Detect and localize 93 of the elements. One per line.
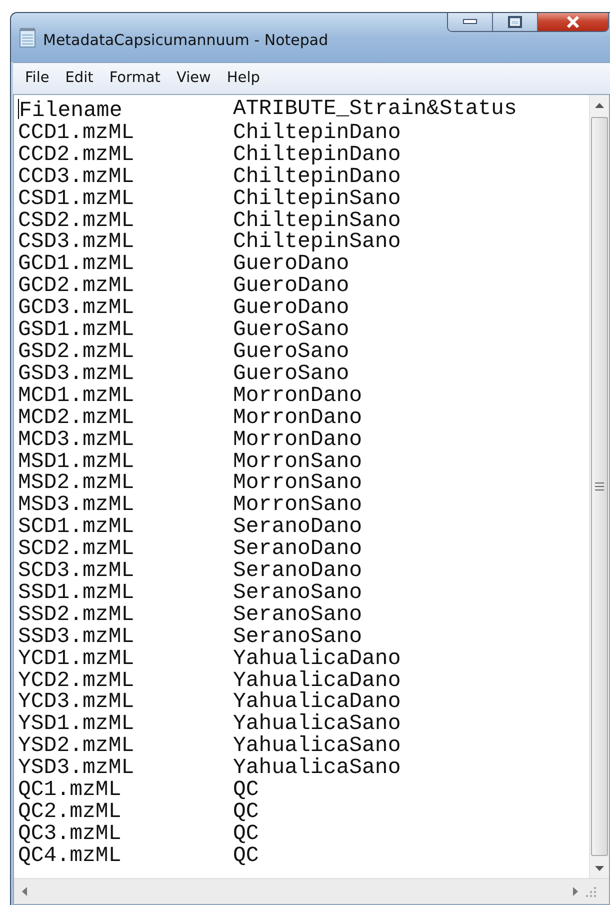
file-name-text: SSD2.mzML	[18, 602, 134, 627]
attribute-text: QC	[233, 780, 259, 802]
file-name-text: YCD2.mzML	[18, 668, 134, 693]
attribute-text: YahualicaSano	[233, 736, 401, 758]
file-name-text: GSD1.mzML	[18, 318, 134, 342]
attribute-text: ChiltepinSano	[233, 232, 401, 254]
file-name-text: YSD3.mzML	[18, 756, 134, 780]
close-icon	[566, 16, 580, 28]
file-name-text: CSD1.mzML	[18, 186, 134, 211]
attribute-text: ChiltepinSano	[233, 188, 401, 211]
attribute-text: SeranoDano	[233, 561, 362, 583]
menu-item[interactable]: View	[168, 68, 219, 90]
file-name-text: GSD2.mzML	[18, 340, 134, 364]
file-name-text: GCD3.mzML	[18, 296, 134, 320]
attribute-text: YahualicaDano	[233, 648, 401, 671]
file-name-text: GCD2.mzML	[18, 274, 134, 298]
attribute-text: YahualicaDano	[233, 670, 401, 692]
attribute-text: ChiltepinDano	[233, 144, 401, 167]
file-name-text: YSD1.mzML	[18, 712, 134, 736]
attribute-text: QC	[233, 846, 259, 868]
attribute-text: ATRIBUTE_Strain&Status	[233, 99, 517, 122]
attribute-text: YahualicaSano	[233, 714, 401, 736]
resize-grip-icon[interactable]	[586, 886, 596, 896]
attribute-text: GueroSano	[233, 342, 350, 364]
file-name-text: CCD2.mzML	[18, 142, 134, 167]
file-name-text: MCD1.mzML	[18, 384, 134, 408]
file-name-text: MSD2.mzML	[18, 471, 134, 496]
attribute-text: GueroDano	[233, 276, 350, 298]
scroll-thumb[interactable]	[591, 117, 608, 856]
attribute-text: SeranoSano	[233, 604, 362, 627]
horizontal-scrollbar[interactable]	[14, 878, 609, 904]
file-name-text: MSD3.mzML	[18, 493, 134, 518]
file-name-text: MCD3.mzML	[18, 428, 134, 452]
attribute-text: GueroSano	[233, 364, 350, 386]
scroll-up-icon[interactable]	[595, 102, 604, 108]
attribute-text: SeranoSano	[233, 582, 362, 605]
menu-item[interactable]: File	[17, 68, 58, 90]
attribute-text: MorronSano	[233, 473, 362, 496]
file-name-text: SCD2.mzML	[18, 537, 134, 562]
attribute-text: YahualicaDano	[233, 692, 401, 714]
attribute-text: SeranoDano	[233, 517, 362, 540]
attribute-text: SeranoDano	[233, 539, 362, 562]
attribute-text: QC	[233, 802, 259, 824]
file-name-text: QC3.mzML	[18, 822, 122, 846]
menu-item[interactable]: Edit	[57, 68, 102, 90]
file-name-text: SCD3.mzML	[18, 559, 134, 584]
minimize-icon	[463, 18, 477, 24]
attribute-text: GueroDano	[233, 254, 350, 276]
attribute-text: ChiltepinDano	[233, 122, 401, 145]
file-name-text: GSD3.mzML	[18, 362, 134, 386]
maximize-icon	[508, 16, 522, 28]
scroll-right-icon[interactable]	[573, 887, 578, 896]
attribute-text: MorronDano	[233, 430, 362, 452]
notepad-icon	[19, 28, 37, 48]
file-name-text: QC2.mzML	[18, 800, 122, 824]
attribute-text: GueroDano	[233, 298, 350, 320]
grip-icon	[595, 482, 604, 491]
file-name-text: YCD1.mzML	[18, 646, 134, 671]
scroll-left-icon[interactable]	[22, 887, 27, 896]
file-name-text: SSD1.mzML	[18, 580, 134, 605]
file-name-text: Filename	[19, 99, 122, 123]
attribute-text: MorronDano	[233, 408, 362, 430]
file-name-text: GCD1.mzML	[18, 252, 134, 276]
close-button[interactable]	[538, 13, 608, 31]
text-cursor	[18, 99, 19, 119]
attribute-text: MorronSano	[233, 452, 362, 474]
attribute-text: ChiltepinSano	[233, 210, 401, 232]
attribute-text: MorronSano	[233, 495, 362, 518]
file-name-text: SCD1.mzML	[18, 515, 134, 540]
file-name-text: MCD2.mzML	[18, 406, 134, 430]
menu-item[interactable]: Format	[101, 68, 168, 90]
attribute-text: MorronDano	[233, 386, 362, 408]
vertical-scrollbar[interactable]	[589, 95, 609, 878]
attribute-text: SeranoSano	[233, 626, 362, 649]
file-name-text: YCD3.mzML	[18, 690, 134, 714]
window-title: MetadataCapsicumannuum - Notepad	[43, 30, 328, 52]
minimize-button[interactable]	[448, 13, 493, 31]
file-name-text: CCD1.mzML	[18, 120, 134, 145]
file-name-text: YSD2.mzML	[18, 734, 134, 758]
file-name-text: CSD2.mzML	[18, 208, 134, 233]
file-name-text: MSD1.mzML	[18, 450, 134, 474]
attribute-text: GueroSano	[233, 320, 350, 342]
file-name-text: CSD3.mzML	[18, 230, 134, 254]
file-name-text: CCD3.mzML	[18, 164, 134, 189]
attribute-text: QC	[233, 824, 259, 846]
menu-item[interactable]: Help	[218, 68, 268, 90]
file-name-text: QC1.mzML	[18, 778, 122, 802]
attribute-text: ChiltepinDano	[233, 166, 401, 189]
file-name-text: QC4.mzML	[18, 844, 122, 868]
attribute-text: YahualicaSano	[233, 758, 401, 780]
scroll-down-icon[interactable]	[595, 866, 604, 870]
file-name-text: SSD3.mzML	[18, 624, 134, 649]
maximize-button[interactable]	[493, 13, 538, 31]
